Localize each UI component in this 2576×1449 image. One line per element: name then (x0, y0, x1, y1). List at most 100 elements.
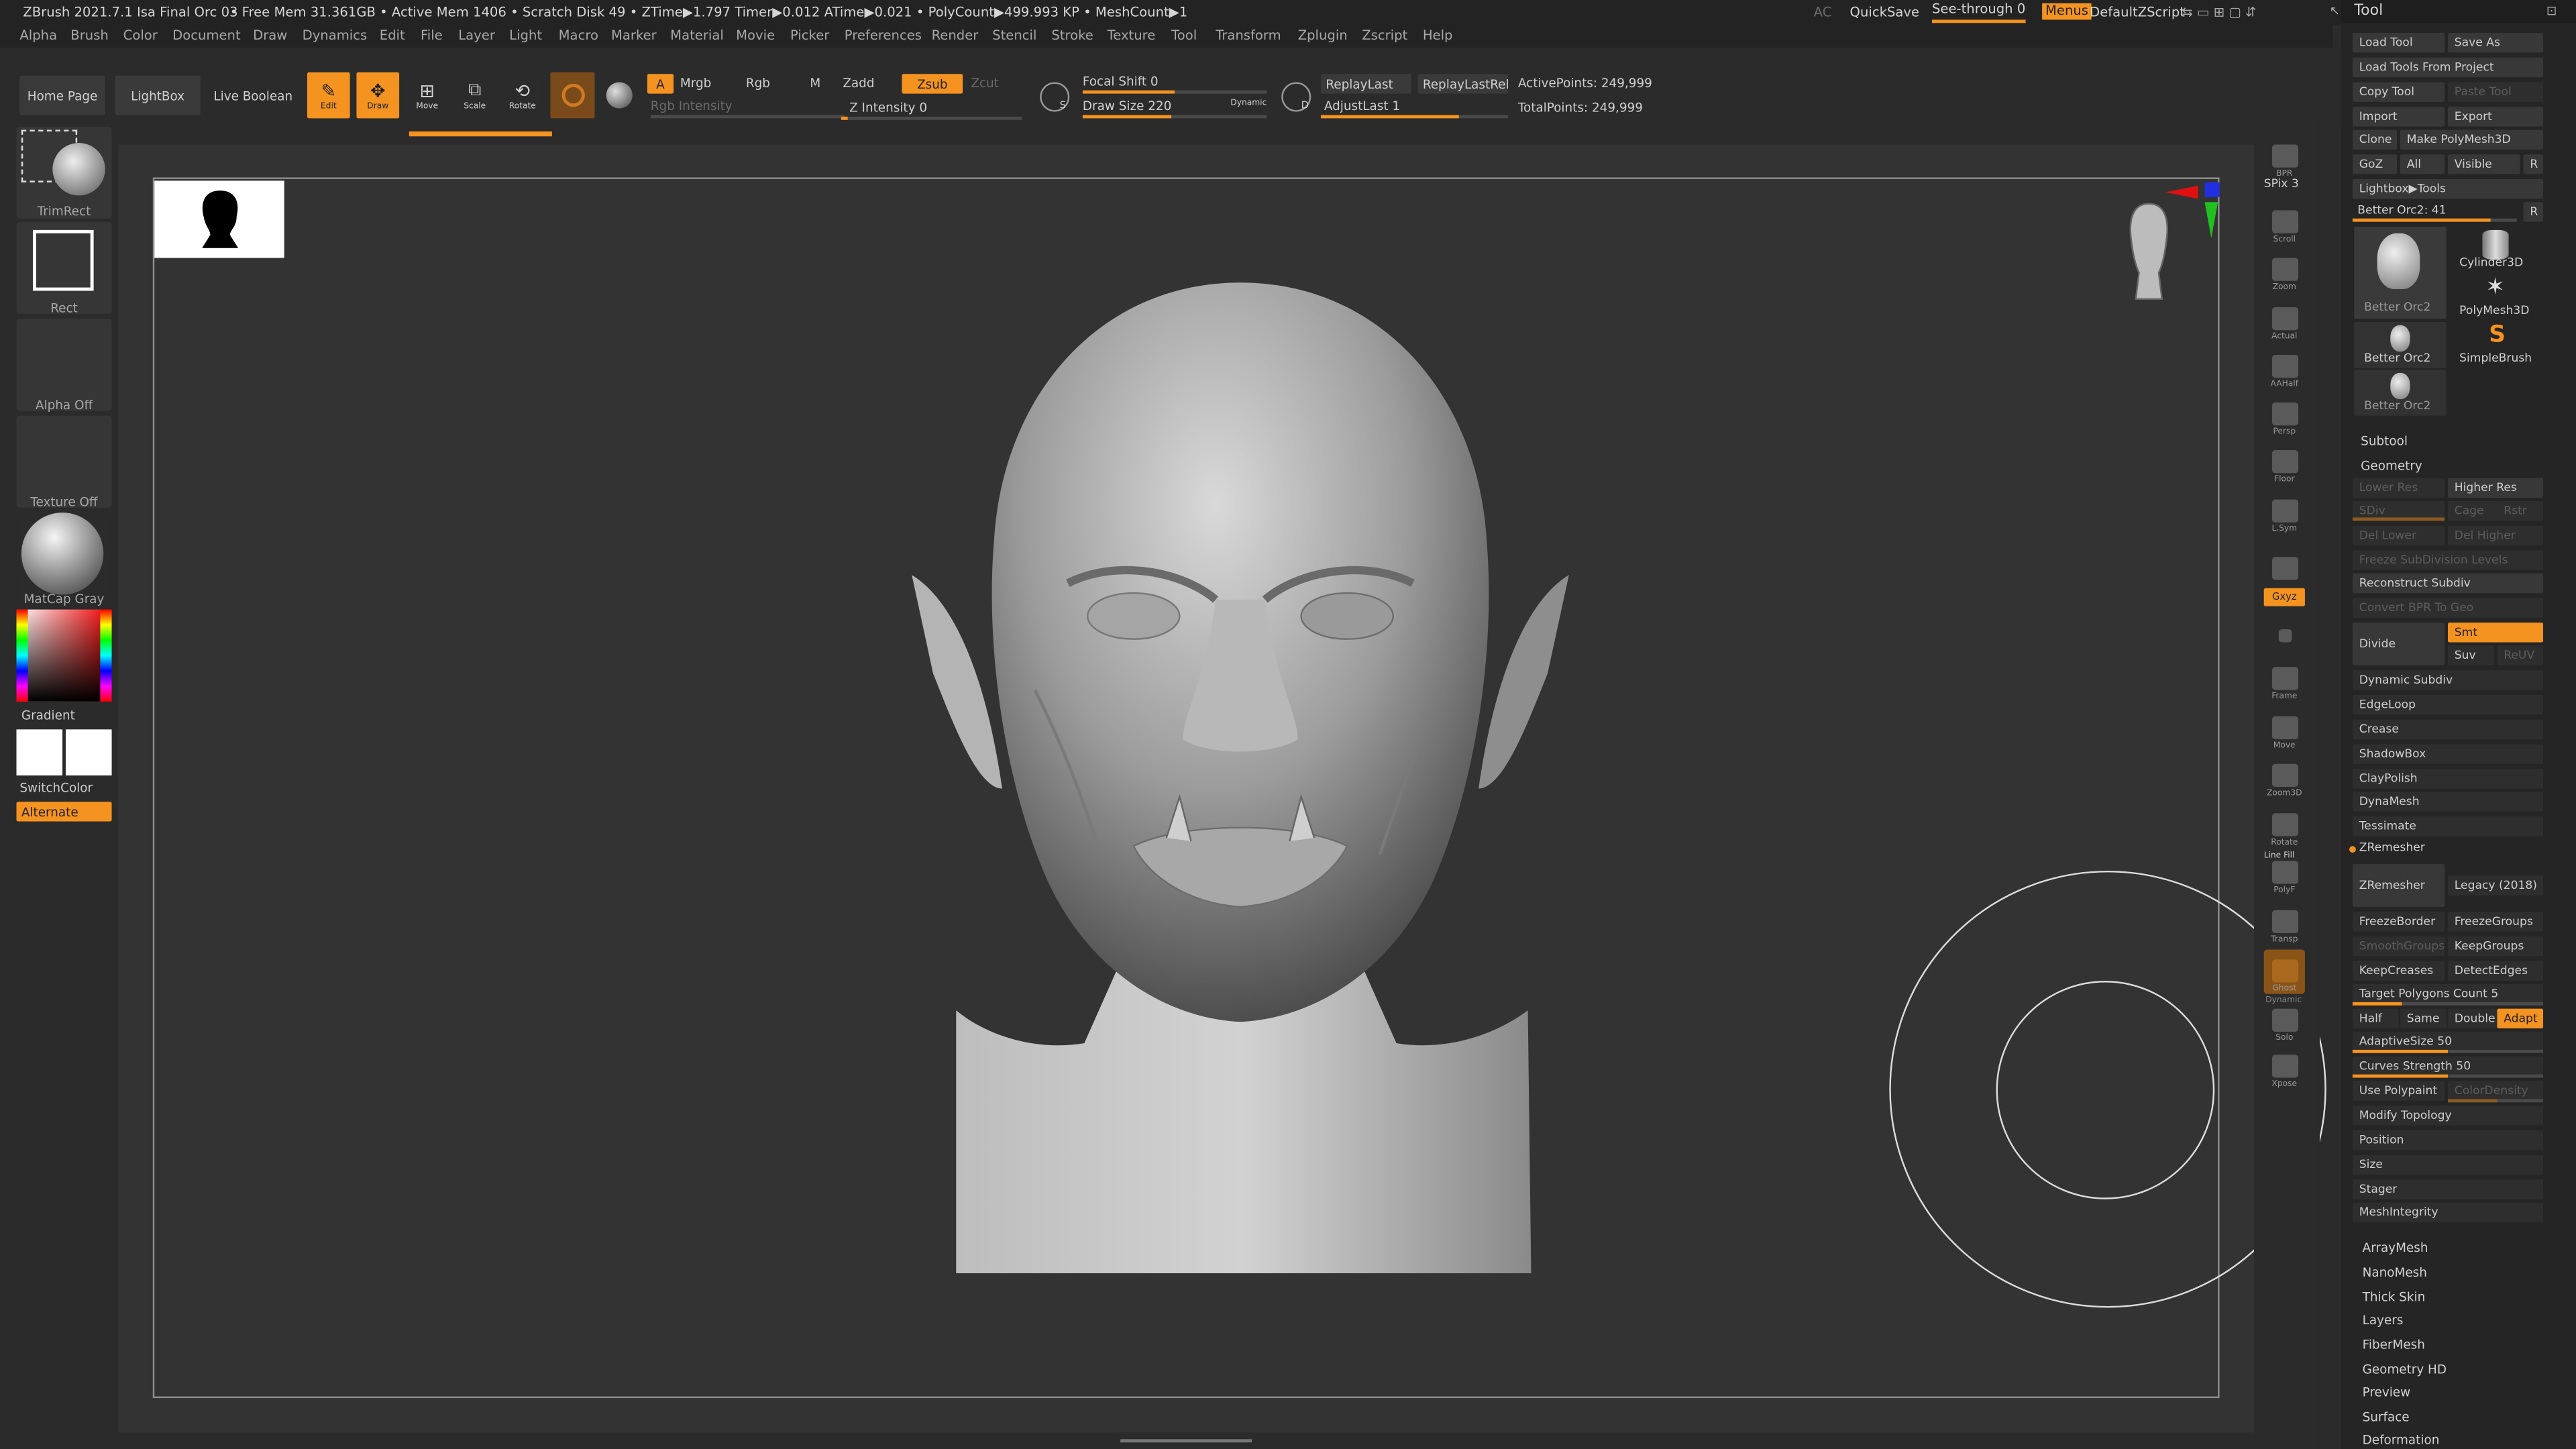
tool-thumb-cylinder3d[interactable]: Cylinder3D (2449, 227, 2544, 273)
clone-button[interactable]: Clone (2352, 129, 2398, 150)
smt-toggle[interactable]: Smt (2447, 623, 2544, 643)
rotate-mode-button[interactable]: ⟲ Rotate (500, 72, 544, 119)
spix-slider[interactable]: SPix 3 (2264, 177, 2299, 191)
draw-size-track[interactable] (1082, 115, 1267, 119)
make-polymesh3d-button[interactable]: Make PolyMesh3D (2400, 129, 2544, 150)
preview-section[interactable]: Preview (2363, 1385, 2411, 1399)
frame-button[interactable]: Frame (2264, 657, 2305, 702)
tray-close-icon[interactable]: ⊡ (2546, 3, 2557, 18)
subtool-section[interactable]: Subtool (2361, 434, 2408, 449)
rotate-y-button[interactable] (2264, 611, 2305, 644)
goz-all-button[interactable]: All (2400, 154, 2445, 174)
current-tool-slider[interactable]: Better Orc2: 41 (2357, 204, 2446, 217)
focal-shift-track[interactable] (1082, 90, 1267, 94)
zcut-toggle[interactable]: Zcut (971, 76, 999, 91)
menu-item-light[interactable]: Light (509, 25, 542, 48)
brush-preview-button[interactable] (550, 72, 595, 119)
draw-size-slider[interactable]: Draw Size 220 (1083, 99, 1171, 113)
menu-item-edit[interactable]: Edit (380, 25, 405, 48)
lower-res-button[interactable]: Lower Res (2352, 478, 2445, 498)
del-lower-button[interactable]: Del Lower (2352, 525, 2445, 546)
surface-section[interactable]: Surface (2363, 1409, 2410, 1424)
solo-button[interactable]: Solo (2264, 999, 2305, 1043)
layers-section[interactable]: Layers (2363, 1313, 2404, 1328)
a-toggle[interactable]: A (647, 74, 674, 94)
nanomesh-section[interactable]: NanoMesh (2363, 1265, 2427, 1280)
material-sphere-button[interactable] (601, 75, 638, 115)
default-zscript-button[interactable]: DefaultZScript (2090, 0, 2185, 25)
hue-slider[interactable] (100, 609, 112, 702)
paste-tool-button[interactable]: Paste Tool (2447, 82, 2544, 102)
scroll-button[interactable]: Scroll (2264, 201, 2305, 245)
keepcreases-toggle[interactable]: KeepCreases (2352, 961, 2445, 981)
divide-button[interactable]: Divide (2352, 623, 2445, 665)
adaptive-size-slider[interactable]: AdaptiveSize 50 (2352, 1031, 2544, 1052)
rotate-view-button[interactable]: Rotate (2264, 804, 2305, 848)
edgeloop-section[interactable]: EdgeLoop (2352, 694, 2544, 715)
edit-mode-button[interactable]: ✎ Edit (307, 72, 350, 119)
save-as-button[interactable]: Save As (2447, 32, 2544, 53)
deformation-section[interactable]: Deformation (2363, 1433, 2440, 1448)
floor-button[interactable]: Floor (2264, 440, 2305, 484)
secondary-color-swatch[interactable] (65, 729, 112, 775)
lsym-button[interactable]: L.Sym (2264, 490, 2305, 534)
menus-toggle[interactable]: Menus (2042, 3, 2092, 20)
double-toggle[interactable]: Double (2447, 1008, 2498, 1029)
menu-item-zplugin[interactable]: Zplugin (1298, 25, 1348, 48)
tool-thumb-better-orc2-c[interactable]: Better Orc2 (2354, 370, 2447, 416)
move-mode-button[interactable]: ⊞ Move (405, 72, 449, 119)
stager-section[interactable]: Stager (2352, 1179, 2544, 1199)
half-toggle[interactable]: Half (2352, 1008, 2399, 1029)
shadowbox-section[interactable]: ShadowBox (2352, 744, 2544, 764)
orc-head-sculpt[interactable] (887, 263, 1593, 1281)
menu-item-help[interactable]: Help (1423, 25, 1453, 48)
menu-item-dynamics[interactable]: Dynamics (303, 25, 368, 48)
curves-strength-slider[interactable]: Curves Strength 50 (2352, 1056, 2544, 1077)
home-page-button[interactable]: Home Page (19, 75, 105, 115)
use-polypaint-toggle[interactable]: Use Polypaint (2352, 1081, 2445, 1101)
tool-thumb-simplebrush[interactable]: S SimpleBrush (2449, 322, 2544, 368)
dynamesh-section[interactable]: DynaMesh (2352, 792, 2544, 812)
ghost-button[interactable]: Ghost (2263, 949, 2305, 994)
move-view-button[interactable]: Move (2264, 706, 2305, 751)
goz-button[interactable]: GoZ (2352, 154, 2398, 174)
replay-last-button[interactable]: ReplayLast (1320, 74, 1411, 94)
claypolish-section[interactable]: ClayPolish (2352, 769, 2544, 789)
copy-tool-button[interactable]: Copy Tool (2352, 82, 2445, 102)
tool-thumb-polymesh3d[interactable]: ✶ PolyMesh3D (2449, 274, 2544, 321)
live-boolean-toggle[interactable]: Live Boolean (213, 89, 292, 103)
menu-item-draw[interactable]: Draw (253, 25, 287, 48)
rstr-button[interactable]: Rstr (2497, 500, 2544, 521)
adjust-last-slider[interactable]: AdjustLast 1 (1324, 99, 1400, 113)
menu-item-alpha[interactable]: Alpha (19, 25, 57, 48)
meshintegrity-section[interactable]: MeshIntegrity (2352, 1202, 2544, 1223)
menu-item-preferences[interactable]: Preferences (845, 25, 922, 48)
higher-res-button[interactable]: Higher Res (2447, 478, 2544, 498)
position-section[interactable]: Position (2352, 1130, 2544, 1150)
menu-item-stencil[interactable]: Stencil (992, 25, 1036, 48)
size-section[interactable]: Size (2352, 1155, 2544, 1175)
load-tool-button[interactable]: Load Tool (2352, 32, 2445, 53)
matcap-tile[interactable] (16, 511, 112, 603)
actual-button[interactable]: Actual (2264, 297, 2305, 341)
del-higher-button[interactable]: Del Higher (2447, 525, 2544, 546)
tray-pin-icon[interactable]: ↖ (2330, 3, 2340, 18)
adapt-toggle[interactable]: Adapt (2497, 1008, 2544, 1029)
crease-section[interactable]: Crease (2352, 719, 2544, 740)
tool-thumb-better-orc2-b[interactable]: Better Orc2 (2354, 322, 2447, 368)
same-toggle[interactable]: Same (2400, 1008, 2447, 1029)
goz-r-button[interactable]: R (2523, 154, 2544, 174)
thick-skin-section[interactable]: Thick Skin (2363, 1289, 2426, 1304)
curves-strength-track[interactable] (2352, 1074, 2544, 1078)
zoom-button[interactable]: Zoom (2264, 248, 2305, 292)
zremesher-button[interactable]: ZRemesher (2352, 864, 2445, 907)
transp-button[interactable]: Transp (2264, 900, 2305, 945)
keepgroups-toggle[interactable]: KeepGroups (2447, 936, 2544, 957)
menu-item-zscript[interactable]: Zscript (1362, 25, 1407, 48)
freeze-subdivision-button[interactable]: Freeze SubDivision Levels (2352, 550, 2544, 570)
axis-gizmo[interactable] (2165, 179, 2224, 241)
xyz-toggle[interactable]: Gxyz (2263, 588, 2305, 606)
zadd-toggle[interactable]: Zadd (843, 76, 874, 91)
adaptive-size-track[interactable] (2352, 1049, 2544, 1053)
menu-item-document[interactable]: Document (172, 25, 241, 48)
